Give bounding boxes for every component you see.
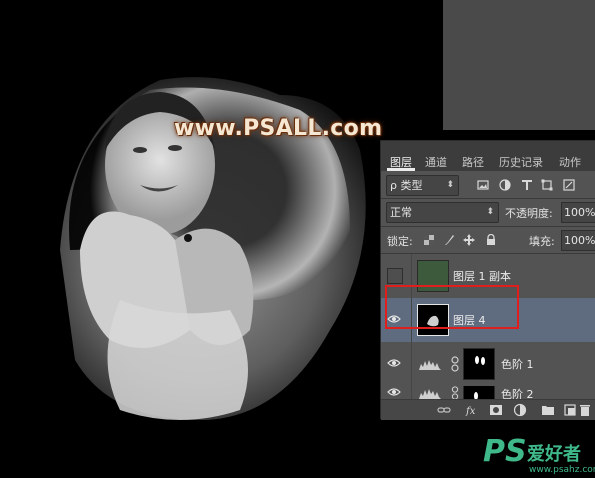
- canvas-photo: [0, 0, 420, 478]
- visibility-column: [381, 386, 412, 399]
- divider: [381, 198, 595, 199]
- type-filter-icon[interactable]: [521, 179, 533, 191]
- add-mask-icon[interactable]: [489, 403, 503, 417]
- smart-object-filter-icon[interactable]: [563, 179, 575, 191]
- blend-mode-dropdown[interactable]: 正常 ⬍: [386, 202, 499, 223]
- fill-label: 填充:: [529, 235, 555, 248]
- lock-position-icon[interactable]: [463, 234, 475, 246]
- logo-url-text: www.psahz.com: [529, 465, 595, 475]
- image-filter-icon[interactable]: [477, 179, 489, 191]
- filter-kind-label: ρ 类型: [390, 179, 423, 192]
- link-icon[interactable]: [451, 356, 459, 372]
- shape-filter-icon[interactable]: [541, 179, 553, 191]
- dropdown-arrow-icon: ⬍: [446, 180, 454, 190]
- link-icon[interactable]: [451, 386, 459, 399]
- logo-ps-text: PS: [483, 434, 527, 469]
- eye-icon[interactable]: [387, 386, 401, 399]
- selection-highlight-box: [385, 285, 519, 329]
- divider: [381, 226, 595, 227]
- lock-all-icon[interactable]: [485, 234, 497, 246]
- panel-footer-toolbar: fx: [381, 399, 595, 420]
- tab-channels[interactable]: 通道: [425, 154, 447, 170]
- workspace-background: [443, 0, 595, 130]
- lock-transparent-icon[interactable]: [423, 234, 435, 246]
- layer-mask-thumbnail: [463, 386, 495, 399]
- delete-layer-trash-icon[interactable]: [578, 403, 592, 417]
- svg-text:fx: fx: [465, 406, 476, 417]
- site-logo: PS 爱好者 www.psahz.com: [483, 434, 595, 478]
- layer-row[interactable]: 色阶 1: [381, 342, 595, 387]
- layer-row[interactable]: 色阶 2: [381, 386, 595, 399]
- layer-name[interactable]: 色阶 1: [501, 356, 534, 372]
- layer-name[interactable]: 色阶 2: [501, 386, 534, 399]
- levels-icon: [419, 389, 441, 399]
- active-tab-indicator: [387, 168, 415, 171]
- mask-art: [475, 356, 485, 365]
- dropdown-arrow-icon: ⬍: [486, 207, 494, 217]
- adjustment-filter-icon[interactable]: [499, 179, 511, 191]
- opacity-label: 不透明度:: [505, 207, 553, 220]
- lock-label: 锁定:: [387, 235, 413, 248]
- fill-input[interactable]: 100%: [561, 230, 595, 251]
- visibility-toggle[interactable]: [387, 268, 403, 284]
- layers-panel: 图层 通道 路径 历史记录 动作 ρ 类型 ⬍ 正常 ⬍ 不透明度: 100% …: [380, 140, 595, 420]
- visibility-column: [381, 342, 412, 386]
- lock-pixels-icon[interactable]: [443, 234, 455, 246]
- link-layers-icon[interactable]: [437, 403, 451, 417]
- layer-style-fx-icon[interactable]: fx: [465, 403, 479, 417]
- tab-paths[interactable]: 路径: [462, 154, 484, 170]
- blend-mode-value: 正常: [390, 206, 412, 219]
- tab-history[interactable]: 历史记录: [499, 154, 543, 170]
- mask-art: [474, 392, 478, 399]
- layer-name[interactable]: 图层 1 副本: [453, 268, 511, 284]
- layer-mask-thumbnail: [463, 348, 495, 380]
- panel-tab-bar: 图层 通道 路径 历史记录 动作: [381, 141, 595, 171]
- new-layer-icon[interactable]: [563, 403, 577, 417]
- opacity-input[interactable]: 100%: [561, 202, 595, 223]
- tab-actions[interactable]: 动作: [559, 154, 581, 170]
- filter-kind-dropdown[interactable]: ρ 类型 ⬍: [386, 175, 459, 196]
- eye-icon[interactable]: [387, 356, 401, 370]
- levels-icon: [419, 360, 441, 370]
- adjustment-layer-icon[interactable]: [513, 403, 527, 417]
- logo-cn-text: 爱好者: [527, 444, 581, 465]
- new-group-folder-icon[interactable]: [541, 403, 555, 417]
- watermark-text: www.PSALL.com: [174, 116, 383, 141]
